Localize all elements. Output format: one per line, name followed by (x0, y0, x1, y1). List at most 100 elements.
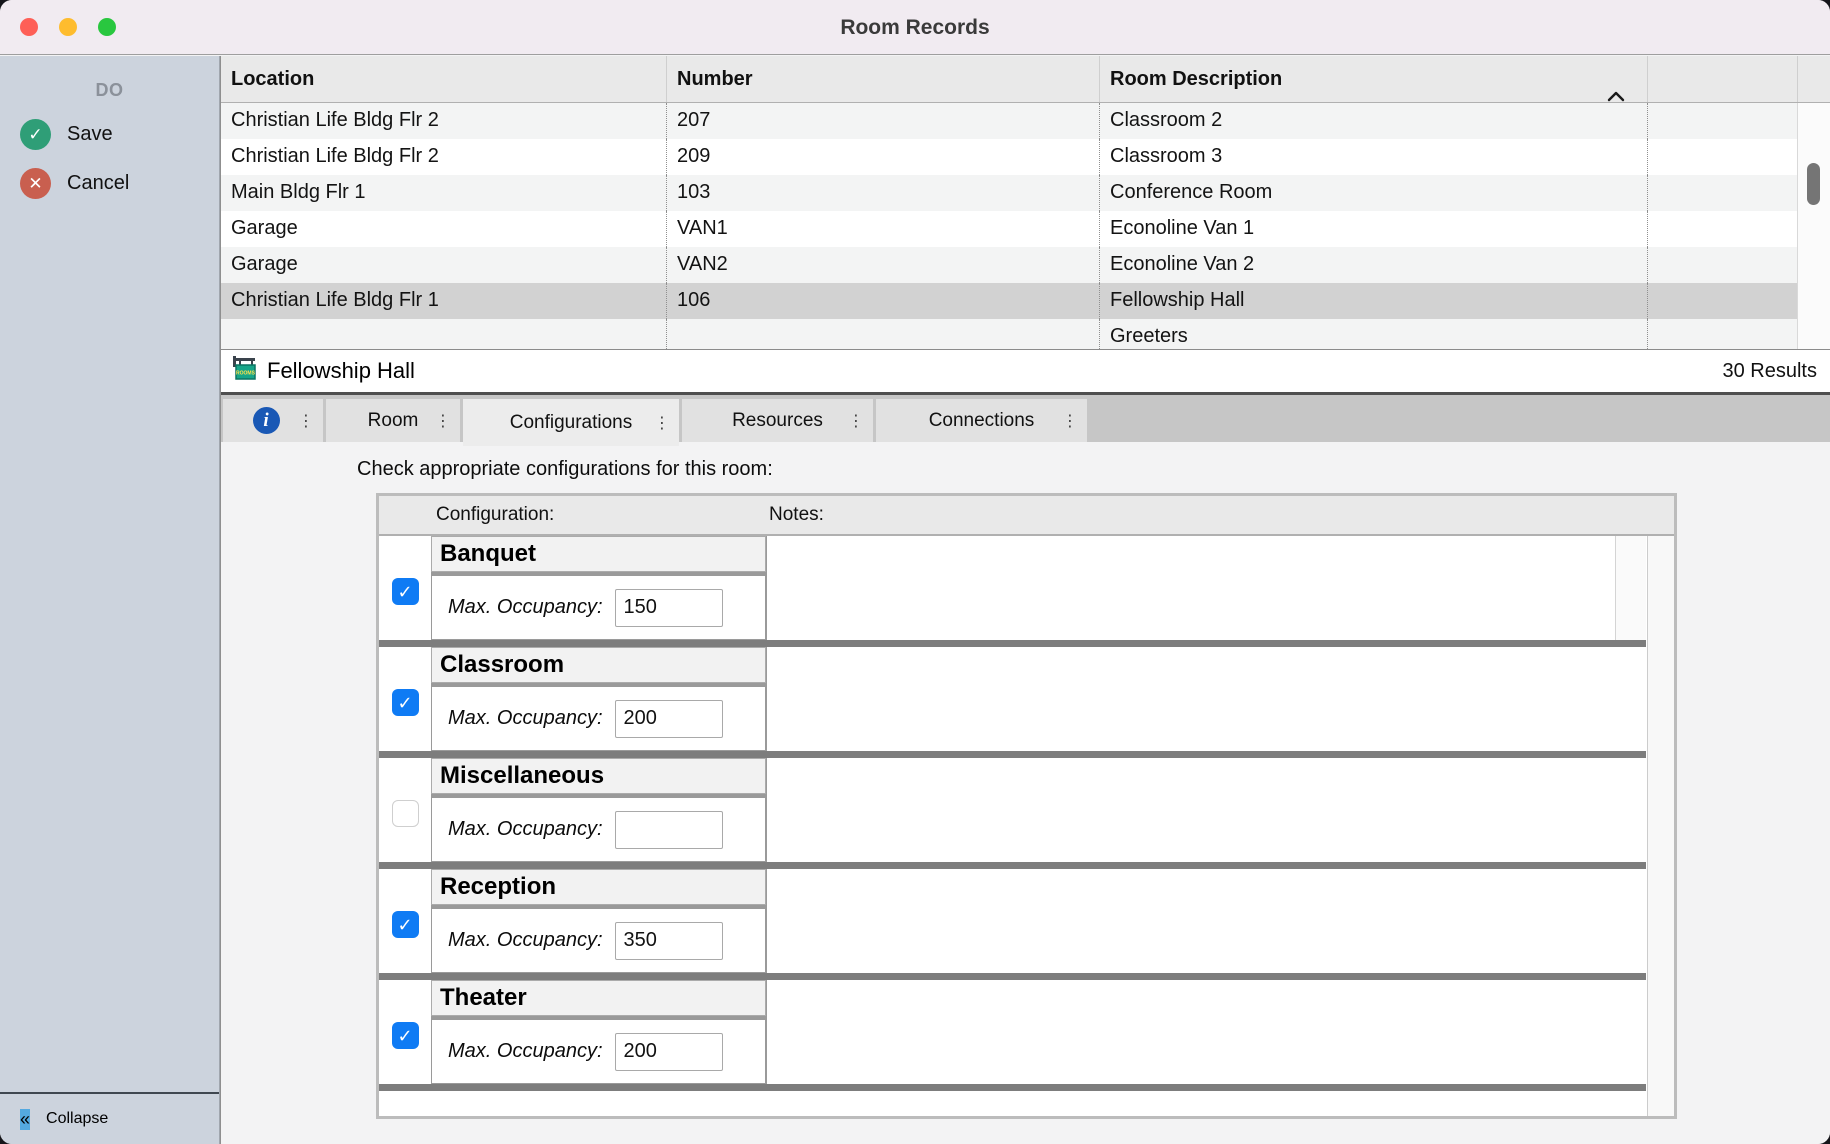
notes-scrollbar[interactable] (1615, 536, 1646, 640)
window-title: Room Records (0, 0, 1830, 55)
scrollbar-thumb[interactable] (1807, 163, 1820, 205)
notes-field-classroom[interactable] (767, 647, 1646, 751)
tab-grip-icon[interactable]: ⋮ (1062, 411, 1078, 431)
save-button[interactable]: ✓ Save (20, 119, 219, 150)
cell-number: 207 (666, 103, 1099, 139)
collapse-label: Collapse (46, 1110, 108, 1128)
cell-location (221, 319, 666, 349)
configurations-table: Configuration: Notes: ✓ Banquet Max. (376, 493, 1677, 1119)
tab-grip-icon[interactable]: ⋮ (298, 411, 314, 431)
config-cell: Banquet Max. Occupancy: (431, 536, 767, 640)
cell-description: Econoline Van 1 (1099, 211, 1647, 247)
sidebar-header: DO (0, 80, 219, 101)
row-separator (379, 640, 1646, 647)
collapse-chevrons-icon: « (20, 1109, 30, 1130)
tab-grip-icon[interactable]: ⋮ (435, 411, 451, 431)
table-row[interactable]: Garage VAN1 Econoline Van 1 (221, 211, 1797, 247)
tab-configurations[interactable]: Configurations ⋮ (463, 399, 679, 446)
tab-connections[interactable]: Connections ⋮ (876, 399, 1087, 442)
cell-location: Christian Life Bldg Flr 2 (221, 139, 666, 175)
max-occupancy-input-theater[interactable] (615, 1033, 723, 1071)
results-count: 30 Results (1723, 360, 1818, 383)
config-checkbox-reception[interactable]: ✓ (392, 911, 419, 938)
occupancy-box: Max. Occupancy: (431, 1020, 766, 1084)
occupancy-label: Max. Occupancy: (448, 1040, 603, 1063)
max-occupancy-input-banquet[interactable] (615, 589, 723, 627)
cell-description: Greeters (1099, 319, 1647, 349)
save-check-icon: ✓ (20, 119, 51, 150)
configuration-column-header: Configuration: (436, 496, 554, 534)
occupancy-box: Max. Occupancy: (431, 687, 766, 751)
column-header-room-description[interactable]: Room Description (1099, 56, 1647, 102)
tab-label: Resources (732, 410, 823, 432)
occupancy-label: Max. Occupancy: (448, 707, 603, 730)
column-header-number[interactable]: Number (666, 56, 1099, 102)
table-bottom-strip (379, 1091, 1646, 1116)
table-row[interactable]: Christian Life Bldg Flr 2 207 Classroom … (221, 103, 1797, 139)
cell-number: VAN2 (666, 247, 1099, 283)
tab-info[interactable]: i ⋮ (223, 399, 323, 442)
config-table-scrollbar[interactable] (1647, 536, 1674, 1116)
table-row-selected[interactable]: Christian Life Bldg Flr 1 106 Fellowship… (221, 283, 1797, 319)
main-panel: Location Number Room Description Christi… (220, 56, 1830, 1144)
cell-number: 103 (666, 175, 1099, 211)
sidebar: DO ✓ Save ✕ Cancel « Collapse (0, 56, 220, 1144)
config-name: Classroom (431, 647, 766, 683)
config-row-banquet: ✓ Banquet Max. Occupancy: (379, 536, 1646, 640)
cell-number: VAN1 (666, 211, 1099, 247)
table-row[interactable]: Main Bldg Flr 1 103 Conference Room (221, 175, 1797, 211)
notes-field-banquet[interactable] (767, 536, 1646, 640)
cancel-button[interactable]: ✕ Cancel (20, 168, 219, 199)
occupancy-box: Max. Occupancy: (431, 798, 766, 862)
max-occupancy-input-miscellaneous[interactable] (615, 811, 723, 849)
table-row[interactable]: Christian Life Bldg Flr 2 209 Classroom … (221, 139, 1797, 175)
tab-label: Connections (929, 410, 1035, 432)
config-name: Banquet (431, 536, 766, 572)
cell-location: Garage (221, 211, 666, 247)
cell-location: Christian Life Bldg Flr 2 (221, 103, 666, 139)
cell-description: Econoline Van 2 (1099, 247, 1647, 283)
column-header-blank (1647, 56, 1797, 102)
config-checkbox-miscellaneous[interactable]: ✓ (392, 800, 419, 827)
table-row[interactable]: Garage VAN2 Econoline Van 2 (221, 247, 1797, 283)
cell-description: Fellowship Hall (1099, 283, 1647, 319)
config-checkbox-banquet[interactable]: ✓ (392, 578, 419, 605)
cell-blank (1647, 319, 1797, 349)
config-name: Theater (431, 980, 766, 1016)
cancel-label: Cancel (67, 172, 129, 195)
config-checkbox-theater[interactable]: ✓ (392, 1022, 419, 1049)
occupancy-label: Max. Occupancy: (448, 929, 603, 952)
column-header-location[interactable]: Location (221, 56, 666, 102)
checkbox-column: ✓ (379, 758, 431, 862)
records-table-body: Christian Life Bldg Flr 2 207 Classroom … (221, 103, 1797, 349)
cell-blank (1647, 211, 1797, 247)
info-icon: i (253, 407, 280, 434)
max-occupancy-input-reception[interactable] (615, 922, 723, 960)
configurations-panel: Check appropriate configurations for thi… (221, 442, 1830, 1144)
notes-field-theater[interactable] (767, 980, 1646, 1084)
config-name: Reception (431, 869, 766, 905)
table-row[interactable]: Greeters (221, 319, 1797, 349)
tab-room[interactable]: Room ⋮ (326, 399, 460, 442)
checkbox-column: ✓ (379, 647, 431, 751)
tab-resources[interactable]: Resources ⋮ (682, 399, 873, 442)
config-checkbox-classroom[interactable]: ✓ (392, 689, 419, 716)
notes-field-reception[interactable] (767, 869, 1646, 973)
check-icon: ✓ (397, 916, 412, 934)
configurations-table-body: ✓ Banquet Max. Occupancy: (379, 536, 1674, 1116)
max-occupancy-input-classroom[interactable] (615, 700, 723, 738)
room-records-window: Room Records DO ✓ Save ✕ Cancel « Collap… (0, 0, 1830, 1144)
selected-record-label: Fellowship Hall (267, 358, 415, 384)
check-icon: ✓ (397, 694, 412, 712)
cancel-x-icon: ✕ (20, 168, 51, 199)
collapse-button[interactable]: « Collapse (0, 1092, 219, 1144)
records-table-header: Location Number Room Description (221, 56, 1830, 103)
notes-field-miscellaneous[interactable] (767, 758, 1646, 862)
cell-blank (1647, 103, 1797, 139)
row-separator (379, 862, 1646, 869)
panel-instruction: Check appropriate configurations for thi… (357, 458, 773, 481)
checkbox-column: ✓ (379, 980, 431, 1084)
tab-grip-icon[interactable]: ⋮ (848, 411, 864, 431)
table-scrollbar[interactable] (1797, 103, 1830, 349)
tab-grip-icon[interactable]: ⋮ (654, 413, 670, 433)
